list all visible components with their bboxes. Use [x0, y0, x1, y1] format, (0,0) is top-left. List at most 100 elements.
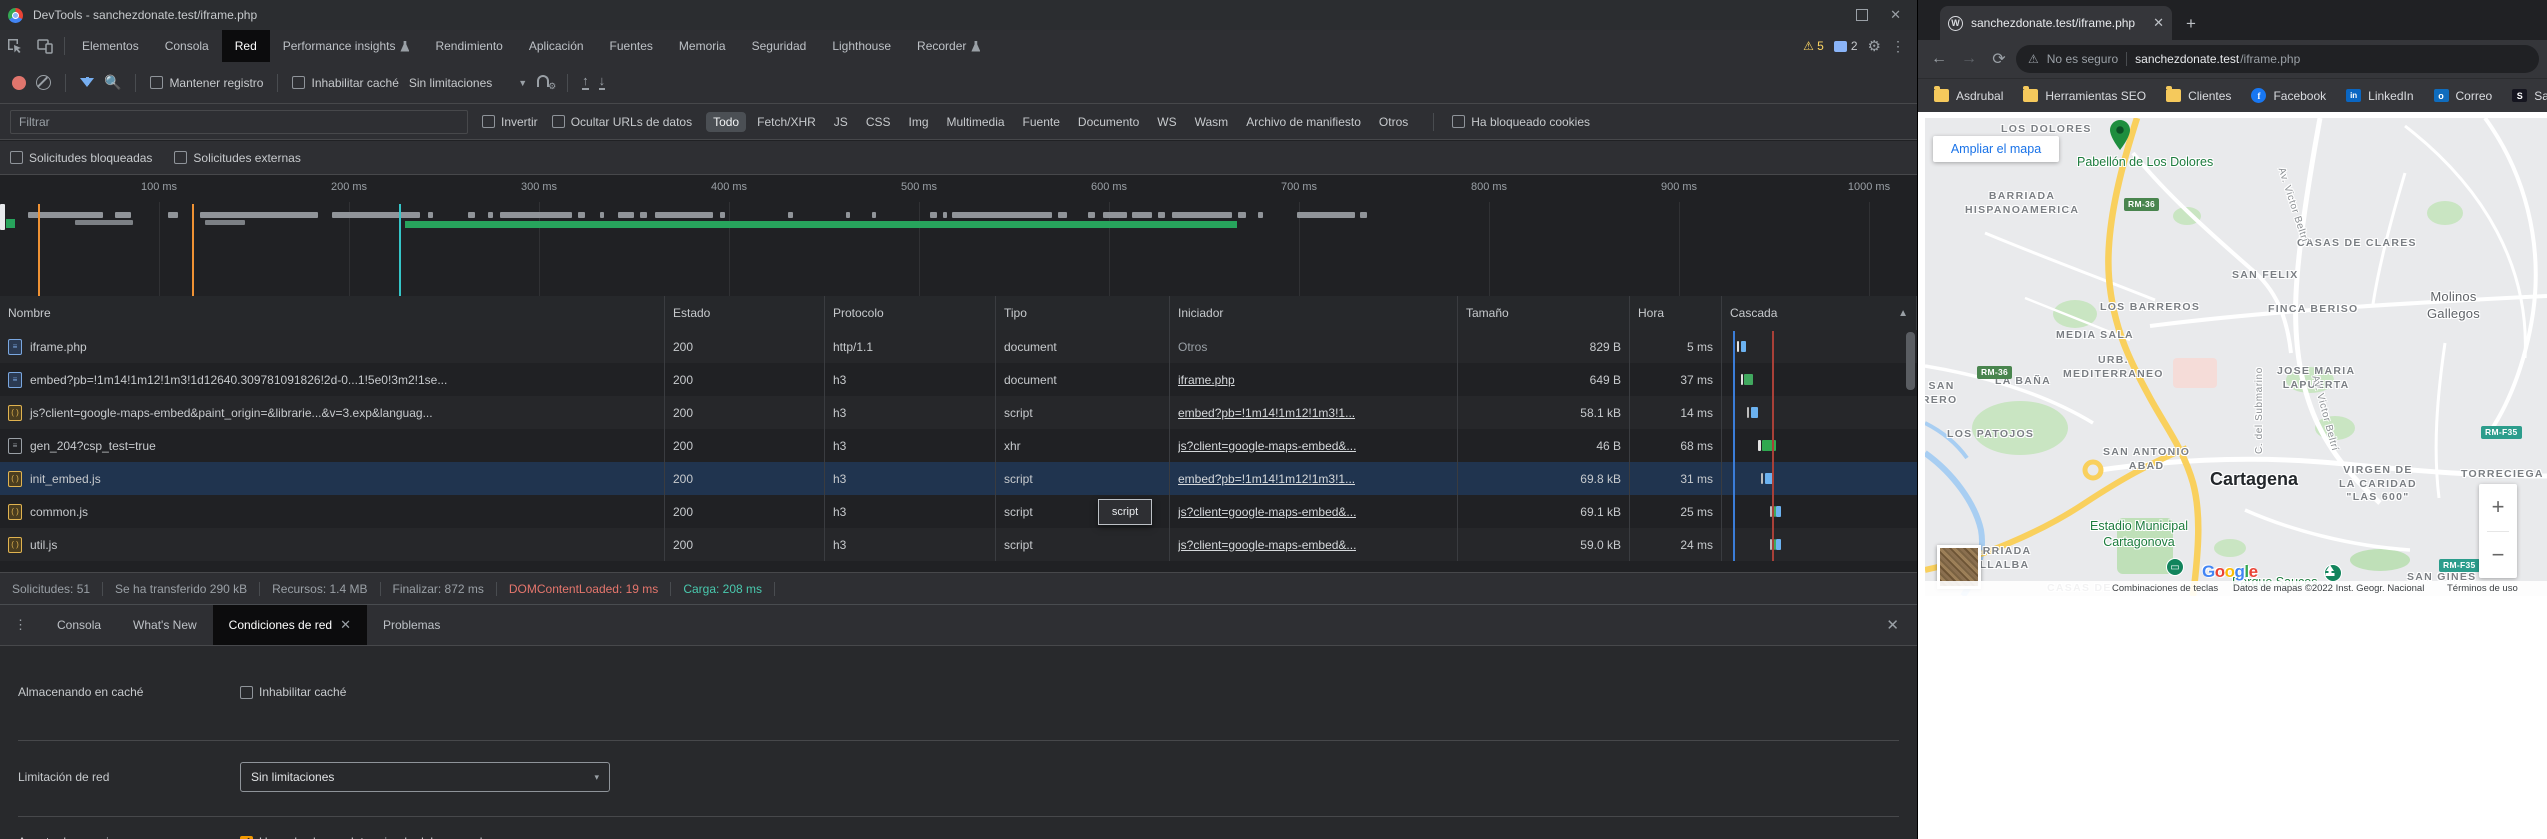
maximize-icon[interactable]: [1856, 9, 1869, 21]
third-party-requests-checkbox[interactable]: Solicitudes externas: [174, 151, 301, 165]
device-toolbar-icon[interactable]: [30, 33, 60, 59]
drawer-throttling-select[interactable]: Sin limitaciones ▾: [240, 762, 610, 792]
disable-cache-checkbox[interactable]: Inhabilitar caché: [292, 76, 399, 90]
back-icon[interactable]: ←: [1926, 50, 1952, 68]
filter-chip-documento[interactable]: Documento: [1071, 112, 1146, 132]
timeline-drag-handle[interactable]: [0, 204, 5, 230]
tab-red[interactable]: Red: [221, 30, 270, 62]
cell-name[interactable]: ( ) common.js: [0, 495, 665, 528]
table-row[interactable]: ≡ gen_204?csp_test=true 200 h3 xhr js?client=…: [0, 429, 1917, 462]
park-tree-icon[interactable]: [2324, 564, 2342, 582]
preserve-log-checkbox[interactable]: Mantener registro: [150, 76, 263, 90]
table-row[interactable]: ( ) init_embed.js 200 h3 script embed?pb=!1m1…: [0, 462, 1917, 495]
map-marker-pin[interactable]: [2110, 120, 2130, 150]
google-map-embed[interactable]: Ampliar el mapa LOS DOLORES Pabellón de L…: [1925, 118, 2547, 596]
cell-name[interactable]: ( ) util.js: [0, 528, 665, 561]
drawer-tab-close-icon[interactable]: ✕: [340, 617, 351, 633]
tab-close-icon[interactable]: ✕: [2153, 15, 2164, 31]
filter-chip-archivodemanifiesto[interactable]: Archivo de manifiesto: [1239, 112, 1368, 132]
network-overview-timeline[interactable]: 100 ms 200 ms 300 ms 400 ms 500 ms 600 ms 700 …: [0, 176, 1917, 297]
column-header-nombre[interactable]: Nombre: [0, 296, 665, 330]
bookmark-clientes[interactable]: Clientes: [2166, 86, 2231, 103]
table-row[interactable]: ( ) js?client=google-maps-embed&paint_ori…: [0, 396, 1917, 429]
bookmark-linkedin[interactable]: in LinkedIn: [2346, 89, 2414, 103]
import-har-icon[interactable]: ↑: [582, 74, 589, 90]
invert-checkbox[interactable]: Invertir: [482, 115, 538, 129]
tab-seguridad[interactable]: Seguridad: [739, 30, 820, 62]
blocked-requests-checkbox[interactable]: Solicitudes bloqueadas: [10, 151, 152, 165]
blocked-cookies-checkbox[interactable]: Ha bloqueado cookies: [1452, 115, 1590, 129]
table-row[interactable]: ≡ iframe.php 200 http/1.1 document Otros 829 B…: [0, 330, 1917, 363]
inspect-element-icon[interactable]: [0, 33, 30, 59]
tab-rendimiento[interactable]: Rendimiento: [422, 30, 515, 62]
keyboard-shortcuts-link[interactable]: Combinaciones de teclas: [2112, 583, 2218, 594]
tab-fuentes[interactable]: Fuentes: [597, 30, 666, 62]
filter-chip-js[interactable]: JS: [827, 112, 855, 132]
stadium-icon[interactable]: ▭: [2166, 558, 2184, 576]
column-header-iniciador[interactable]: Iniciador: [1170, 296, 1458, 330]
bookmark-herramientas-seo[interactable]: Herramientas SEO: [2023, 86, 2146, 103]
drawer-tab-problemas[interactable]: Problemas: [367, 605, 456, 645]
address-bar[interactable]: ⚠ No es seguro sanchezdonate.test/iframe…: [2016, 45, 2539, 73]
initiator-link[interactable]: js?client=google-maps-embed&...: [1178, 505, 1356, 519]
drawer-tab-consola[interactable]: Consola: [41, 605, 117, 645]
hide-data-urls-checkbox[interactable]: Ocultar URLs de datos: [551, 115, 692, 129]
filter-chip-css[interactable]: CSS: [859, 112, 898, 132]
export-har-icon[interactable]: ↓: [598, 74, 606, 90]
initiator-link[interactable]: js?client=google-maps-embed&...: [1178, 538, 1356, 552]
search-icon[interactable]: 🔍: [104, 74, 121, 91]
filter-chip-ws[interactable]: WS: [1150, 112, 1183, 132]
reload-icon[interactable]: ⟳: [1986, 49, 2012, 69]
network-conditions-icon[interactable]: [537, 74, 556, 92]
column-header-cascada[interactable]: Cascada ▲: [1722, 296, 1917, 330]
throttling-select[interactable]: Sin limitaciones ▼: [409, 76, 527, 90]
new-tab-icon[interactable]: +: [2186, 14, 2196, 40]
column-header-protocolo[interactable]: Protocolo: [825, 296, 996, 330]
bookmark-sabad[interactable]: S Sabad: [2512, 89, 2547, 103]
filter-icon[interactable]: [80, 77, 94, 87]
filter-chip-img[interactable]: Img: [902, 112, 936, 132]
cell-name[interactable]: ≡ iframe.php: [0, 330, 665, 363]
cell-name[interactable]: ( ) js?client=google-maps-embed&paint_ori…: [0, 396, 665, 429]
bookmark-asdrubal[interactable]: Asdrubal: [1934, 86, 2003, 103]
tab-memoria[interactable]: Memoria: [666, 30, 739, 62]
filter-chip-todo[interactable]: Todo: [706, 111, 747, 132]
record-network-log-icon[interactable]: [12, 75, 26, 90]
column-header-hora[interactable]: Hora: [1630, 296, 1722, 330]
tab-lighthouse[interactable]: Lighthouse: [819, 30, 904, 62]
filter-chip-multimedia[interactable]: Multimedia: [940, 112, 1012, 132]
drawer-close-icon[interactable]: ✕: [1886, 616, 1917, 634]
column-header-tamaño[interactable]: Tamaño: [1458, 296, 1630, 330]
drawer-tab-condicionesdered[interactable]: Condiciones de red ✕: [212, 605, 367, 645]
clear-network-log-icon[interactable]: [36, 75, 51, 90]
table-row[interactable]: ( ) util.js 200 h3 script js?client=google-ma…: [0, 528, 1917, 561]
drawer-disable-cache-checkbox[interactable]: Inhabilitar caché: [240, 685, 346, 699]
tab-performance-insights[interactable]: Performance insights: [270, 30, 423, 62]
initiator-link[interactable]: iframe.php: [1178, 373, 1235, 387]
terms-link[interactable]: Términos de uso: [2447, 583, 2518, 594]
cell-name[interactable]: ( ) init_embed.js: [0, 462, 665, 495]
expand-map-button[interactable]: Ampliar el mapa: [1933, 136, 2059, 162]
filter-chip-fetchxhr[interactable]: Fetch/XHR: [750, 112, 823, 132]
zoom-in-button[interactable]: +: [2479, 484, 2517, 531]
tab-recorder[interactable]: Recorder: [904, 30, 993, 62]
cell-name[interactable]: ≡ gen_204?csp_test=true: [0, 429, 665, 462]
more-options-icon[interactable]: ⋮: [1891, 38, 1905, 55]
filter-chip-fuente[interactable]: Fuente: [1016, 112, 1067, 132]
initiator-link[interactable]: embed?pb=!1m14!1m12!1m3!1...: [1178, 406, 1355, 420]
tab-aplicación[interactable]: Aplicación: [516, 30, 597, 62]
zoom-out-button[interactable]: −: [2479, 532, 2517, 579]
column-header-tipo[interactable]: Tipo: [996, 296, 1170, 330]
bookmark-facebook[interactable]: f Facebook: [2251, 88, 2326, 103]
tab-elementos[interactable]: Elementos: [69, 30, 152, 62]
initiator-link[interactable]: embed?pb=!1m14!1m12!1m3!1...: [1178, 472, 1355, 486]
table-row[interactable]: ≡ embed?pb=!1m14!1m12!1m3!1d12640.3097810…: [0, 363, 1917, 396]
cell-name[interactable]: ≡ embed?pb=!1m14!1m12!1m3!1d12640.3097810…: [0, 363, 665, 396]
close-icon[interactable]: ✕: [1890, 7, 1901, 23]
google-logo[interactable]: Google: [2202, 562, 2258, 582]
filter-chip-otros[interactable]: Otros: [1372, 112, 1415, 132]
table-scrollbar[interactable]: [1906, 332, 1915, 560]
warnings-badge[interactable]: ⚠ 5: [1803, 39, 1824, 53]
settings-gear-icon[interactable]: ⚙: [1868, 37, 1881, 55]
forward-icon[interactable]: →: [1956, 50, 1982, 68]
